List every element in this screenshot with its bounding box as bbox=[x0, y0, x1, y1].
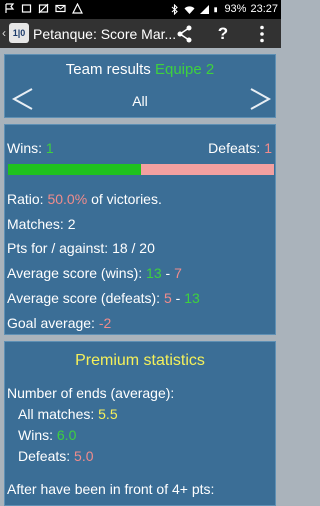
avg-defeats-for: 5 bbox=[163, 290, 172, 306]
avg-wins-row: Average score (wins): 13 - 7 bbox=[7, 265, 182, 281]
avg-defeats-sep: - bbox=[175, 290, 181, 306]
ratio-row: Ratio: 50.0% of victories. bbox=[7, 191, 162, 207]
goal-average-value: -2 bbox=[98, 315, 112, 331]
app-bar: ‹ 1|0 Petanque: Score Mar... ? bbox=[0, 19, 281, 48]
avg-defeats-row: Average score (defeats): 5 - 13 bbox=[7, 290, 200, 306]
stats-panel: Wins: 1 Defeats: 1 Ratio: 50.0% of victo… bbox=[4, 124, 276, 335]
matches-value: 2 bbox=[67, 216, 76, 232]
premium-defeats-label: Defeats: bbox=[18, 448, 71, 464]
ratio-suffix: of victories. bbox=[91, 191, 162, 207]
ratio-value: 50.0% bbox=[47, 191, 88, 207]
bluetooth-icon bbox=[172, 3, 179, 15]
avg-wins-against: 7 bbox=[174, 265, 182, 281]
defeats-label: Defeats: bbox=[208, 140, 261, 156]
mail-icon bbox=[55, 4, 66, 13]
team-header-panel: Team results Equipe 2 All bbox=[4, 54, 276, 118]
premium-defeats-value: 5.0 bbox=[74, 448, 94, 464]
team-results-title: Team results Equipe 2 bbox=[5, 61, 275, 78]
filter-value: All bbox=[132, 93, 148, 109]
signal-icon bbox=[200, 4, 210, 14]
avg-defeats-label: Average score (defeats): bbox=[7, 290, 161, 306]
premium-wins-row: Wins: 6.0 bbox=[18, 427, 76, 443]
defeats-value: 1 bbox=[264, 140, 272, 156]
goal-average-row: Goal average: -2 bbox=[7, 315, 111, 331]
status-bar: 93% 23:27 bbox=[0, 0, 281, 19]
all-matches-label: All matches: bbox=[18, 406, 95, 422]
matches-row: Matches: 2 bbox=[7, 216, 76, 232]
premium-defeats-row: Defeats: 5.0 bbox=[18, 448, 94, 464]
wifi-icon bbox=[184, 5, 195, 14]
avg-defeats-against: 13 bbox=[184, 290, 200, 306]
wins-value: 1 bbox=[45, 140, 54, 156]
clock: 23:27 bbox=[250, 3, 278, 15]
flag-icon bbox=[5, 3, 15, 13]
battery-level: 93% bbox=[224, 3, 247, 15]
overflow-menu-icon[interactable] bbox=[252, 24, 272, 44]
share-icon[interactable] bbox=[175, 24, 195, 44]
points-label: Pts for / against: bbox=[7, 240, 109, 256]
after-lead-label: After have been in front of 4+ pts: bbox=[7, 481, 215, 497]
points-value: 18 / 20 bbox=[112, 240, 155, 256]
app-title: Petanque: Score Mar... bbox=[33, 26, 177, 42]
wins-row: Wins: 1 bbox=[7, 140, 54, 156]
win-loss-bar bbox=[8, 164, 274, 175]
points-row: Pts for / against: 18 / 20 bbox=[7, 240, 155, 256]
battery-icon bbox=[214, 6, 218, 12]
ratio-label: Ratio: bbox=[7, 191, 44, 207]
ends-label: Number of ends (average): bbox=[7, 385, 175, 401]
matches-label: Matches: bbox=[7, 216, 64, 232]
wins-label: Wins: bbox=[7, 140, 42, 156]
alert-icon bbox=[72, 3, 83, 14]
help-icon[interactable]: ? bbox=[213, 24, 233, 44]
app-logo[interactable]: 1|0 bbox=[9, 23, 29, 43]
all-matches-row: All matches: 5.5 bbox=[18, 406, 118, 422]
win-bar-fill bbox=[8, 164, 141, 175]
no-image-icon bbox=[38, 3, 49, 14]
team-results-label: Team results bbox=[65, 61, 151, 78]
premium-wins-value: 6.0 bbox=[56, 427, 77, 443]
avg-wins-label: Average score (wins): bbox=[7, 265, 143, 281]
avg-wins-for: 13 bbox=[146, 265, 162, 281]
premium-wins-label: Wins: bbox=[18, 427, 53, 443]
goal-average-label: Goal average: bbox=[7, 315, 95, 331]
premium-panel: Premium statistics Number of ends (avera… bbox=[4, 341, 276, 506]
notification-icon bbox=[21, 4, 32, 13]
premium-title: Premium statistics bbox=[75, 352, 205, 369]
next-arrow-icon[interactable] bbox=[248, 87, 272, 111]
defeats-row: Defeats: 1 bbox=[208, 140, 272, 156]
avg-wins-sep: - bbox=[165, 265, 171, 281]
back-arrow-icon[interactable]: ‹ bbox=[2, 26, 6, 40]
team-name: Equipe 2 bbox=[154, 61, 215, 78]
all-matches-value: 5.5 bbox=[98, 406, 118, 422]
